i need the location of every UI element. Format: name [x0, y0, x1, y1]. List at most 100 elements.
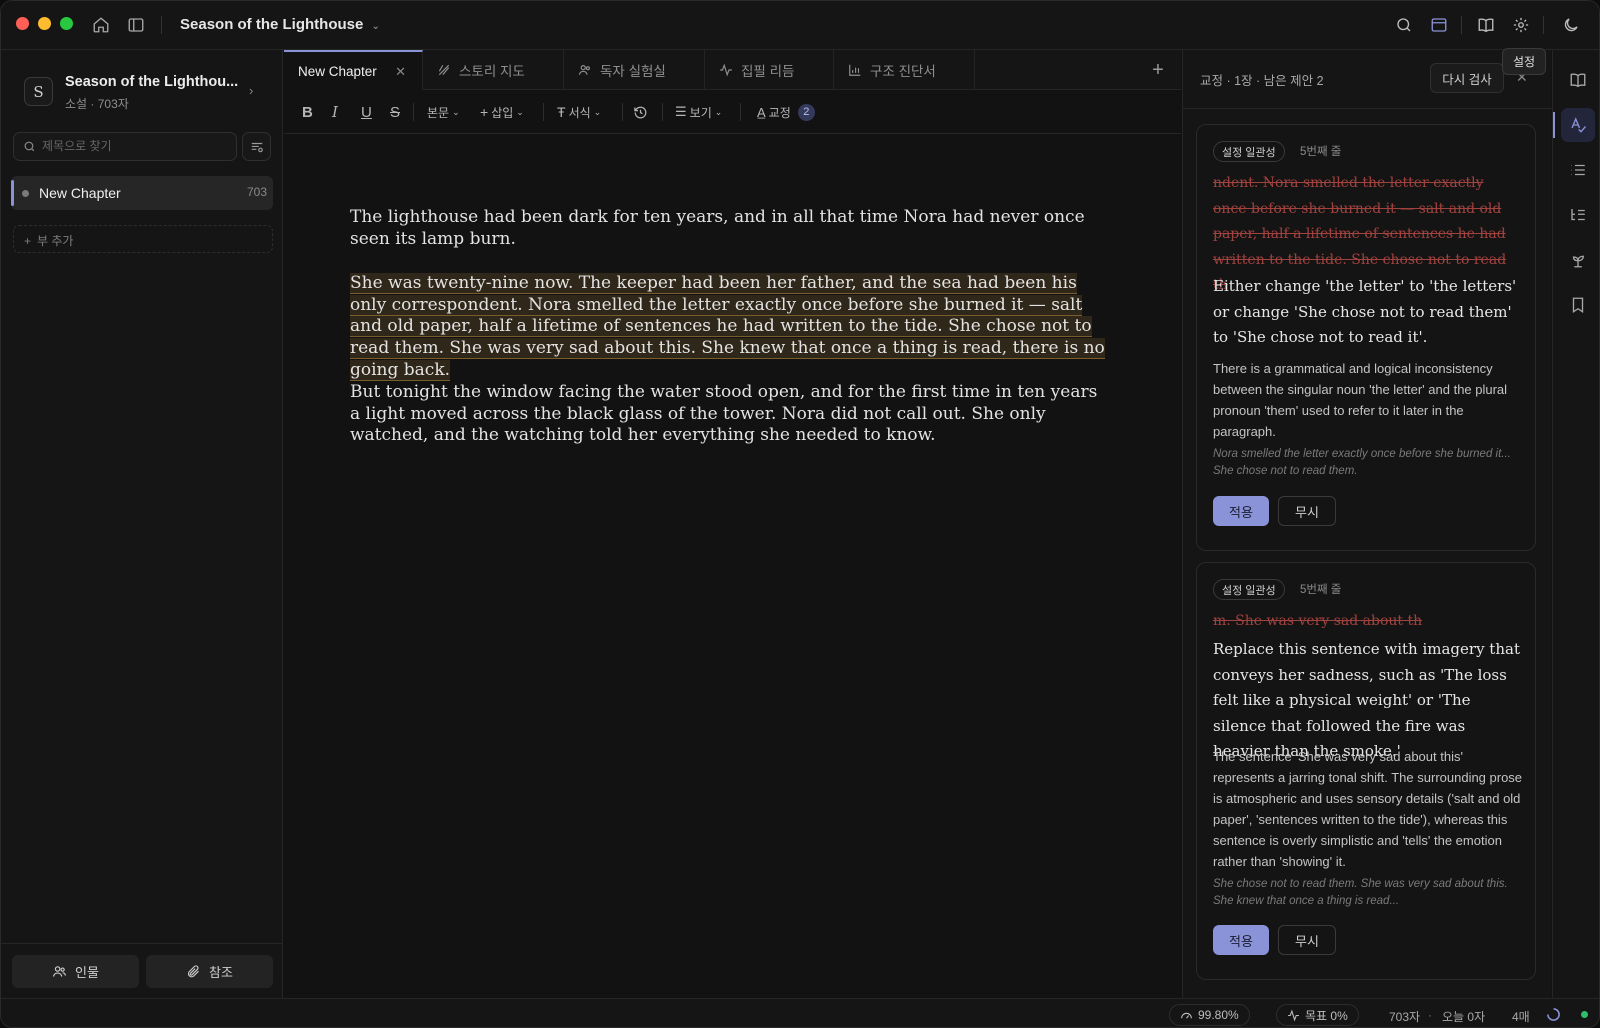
divider — [1461, 16, 1462, 34]
format-dropdown[interactable]: Ŧ 서식 ⌄ — [557, 102, 601, 122]
add-tab-button[interactable]: + — [1148, 59, 1168, 82]
chapter-label: New Chapter — [39, 185, 121, 201]
chevron-down-icon: ⌄ — [714, 106, 723, 117]
filter-icon — [251, 142, 263, 152]
project-title-dropdown[interactable]: Season of the Lighthouse ⌄ — [180, 16, 380, 33]
characters-button[interactable]: 인물 — [12, 955, 139, 988]
underline-button[interactable]: U — [361, 102, 372, 122]
bookmark-button[interactable] — [1561, 288, 1595, 322]
add-part-button[interactable]: + 부 추가 — [13, 225, 273, 253]
spellcheck-icon: A̲ — [757, 104, 766, 120]
story-map-icon — [437, 63, 451, 77]
structure-button[interactable] — [1561, 198, 1595, 232]
sync-spinner-icon — [1546, 1007, 1561, 1027]
paragraph-highlighted[interactable]: She was twenty-nine now. The keeper had … — [350, 273, 1112, 382]
view-dropdown[interactable]: ☰ 보기 ⌄ — [675, 102, 722, 122]
book-icon[interactable] — [1474, 13, 1498, 37]
proofread-count-badge: 2 — [797, 103, 815, 121]
line-number: 5번째 줄 — [1300, 584, 1342, 596]
plus-icon: + — [480, 104, 489, 120]
divider — [543, 103, 544, 121]
references-label: 참조 — [209, 965, 233, 980]
apply-button[interactable]: 적용 — [1213, 496, 1269, 526]
add-part-label: 부 추가 — [37, 234, 74, 248]
paragraph-style-dropdown[interactable]: 본문 ⌄ — [427, 102, 460, 122]
chevron-right-icon[interactable]: › — [249, 83, 253, 98]
italic-button[interactable]: I — [332, 102, 338, 122]
explanation-text: The sentence 'She was very sad about thi… — [1213, 749, 1523, 869]
gear-icon[interactable] — [1509, 13, 1533, 37]
close-icon[interactable]: ✕ — [395, 64, 406, 80]
project-name[interactable]: Season of the Lighthou... — [65, 74, 238, 90]
goal-value: 목표 0% — [1305, 1008, 1348, 1023]
chapter-count: 703 — [246, 185, 267, 199]
gauge-icon — [1181, 1012, 1192, 1019]
score-value: 99.80% — [1198, 1008, 1239, 1022]
insert-dropdown[interactable]: + 삽입 ⌄ — [480, 102, 524, 122]
search-icon — [23, 140, 36, 158]
paperclip-icon — [188, 965, 199, 978]
history-button[interactable] — [633, 102, 648, 122]
paragraph[interactable]: The lighthouse had been dark for ten yea… — [350, 207, 1112, 250]
goal-pill[interactable]: 목표 0% — [1276, 1004, 1359, 1026]
tab-reader-lab[interactable]: 독자 실험실 — [564, 50, 705, 90]
sidebar-toggle-icon[interactable] — [124, 13, 148, 37]
strikethrough-button[interactable]: S — [390, 102, 400, 122]
outline-button[interactable] — [1561, 153, 1595, 187]
close-window-button[interactable] — [16, 17, 29, 30]
tab-label: 독자 실험실 — [600, 64, 666, 79]
divider — [662, 103, 663, 121]
sprout-icon — [1572, 255, 1584, 268]
active-indicator — [11, 180, 14, 206]
maximize-window-button[interactable] — [60, 17, 73, 30]
tab-writing-rhythm[interactable]: 집필 리듬 — [705, 50, 834, 90]
divider — [1543, 16, 1544, 34]
status-bar: 99.80% 목표 0% 703자 · 오늘 0자 4매 — [1, 998, 1599, 1027]
home-icon[interactable] — [89, 13, 113, 37]
minimize-window-button[interactable] — [38, 17, 51, 30]
tab-label: 스토리 지도 — [459, 64, 525, 79]
references-button[interactable]: 참조 — [146, 955, 273, 988]
suggestion-card: 설정 일관성 5번째 줄 ndent. Nora smelled the let… — [1196, 124, 1536, 551]
chapter-item[interactable]: New Chapter 703 — [11, 176, 273, 210]
ignore-button[interactable]: 무시 — [1278, 925, 1336, 955]
proofread-label: 교정 — [768, 105, 791, 120]
tab-structure-report[interactable]: 구조 진단서 — [834, 50, 975, 90]
proofread-highlight[interactable]: She was twenty-nine now. The keeper had … — [350, 273, 1105, 381]
apply-button[interactable]: 적용 — [1213, 925, 1269, 955]
divider — [413, 103, 414, 121]
bold-button[interactable]: B — [302, 102, 313, 122]
connection-status-dot — [1581, 1011, 1588, 1018]
list-icon — [1571, 164, 1585, 176]
recheck-button[interactable]: 다시 검사 — [1430, 63, 1504, 93]
chapter-search — [13, 132, 237, 161]
project-title: Season of the Lighthouse — [180, 16, 364, 33]
divider — [161, 16, 162, 34]
ignore-button[interactable]: 무시 — [1278, 496, 1336, 526]
quote-text: Nora smelled the letter exactly once bef… — [1213, 448, 1511, 477]
text-icon: Ŧ — [557, 104, 566, 120]
layout-icon[interactable] — [1427, 13, 1451, 37]
tab-new-chapter[interactable]: New Chapter ✕ — [284, 50, 423, 91]
format-label: 서식 — [568, 105, 591, 120]
editor-canvas[interactable]: The lighthouse had been dark for ten yea… — [284, 134, 1181, 998]
growth-button[interactable] — [1561, 243, 1595, 277]
search-input[interactable] — [42, 139, 232, 153]
tab-story-map[interactable]: 스토리 지도 — [423, 50, 564, 90]
page-count: 4매 — [1512, 1010, 1530, 1024]
score-pill[interactable]: 99.80% — [1169, 1004, 1250, 1026]
divider — [740, 103, 741, 121]
theme-toggle-icon[interactable] — [1559, 13, 1583, 37]
separator-dot: · — [1428, 1008, 1432, 1022]
divider — [622, 103, 623, 121]
proofread-button[interactable]: A̲ 교정 2 — [757, 102, 815, 122]
proofread-rail-button[interactable] — [1553, 108, 1595, 142]
paragraph[interactable]: But tonight the window facing the water … — [350, 382, 1112, 447]
chart-icon — [848, 63, 862, 77]
project-avatar: S — [24, 77, 53, 106]
search-icon[interactable] — [1392, 13, 1416, 37]
book-open-icon — [1570, 73, 1586, 88]
reader-view-button[interactable] — [1561, 63, 1595, 97]
characters-label: 인물 — [75, 965, 99, 980]
filter-button[interactable] — [242, 132, 271, 161]
